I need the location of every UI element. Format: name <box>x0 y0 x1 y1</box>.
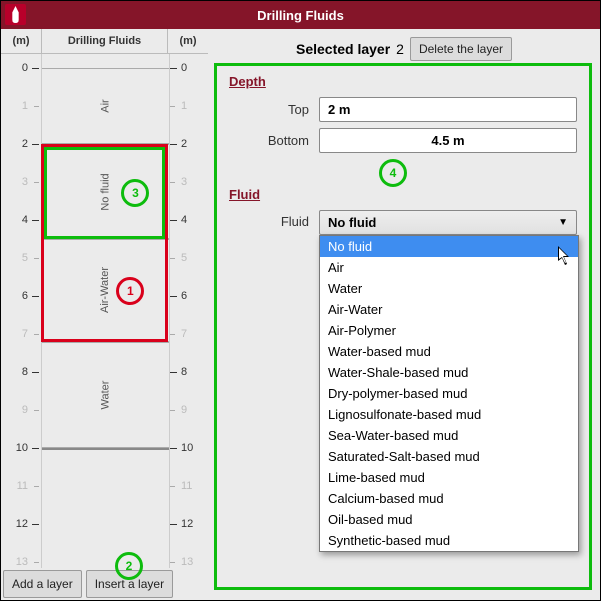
properties-panel: Selected layer 2 Delete the layer Depth … <box>208 29 600 600</box>
layer-label: No fluid <box>99 173 111 210</box>
layer[interactable]: Air-Water <box>42 239 169 342</box>
layer-column[interactable]: Air No fluid Air-Water Water <box>41 54 170 568</box>
selected-layer-number: 2 <box>396 41 404 57</box>
fluid-option[interactable]: Dry-polymer-based mud <box>320 383 578 404</box>
selected-layer-title: Selected layer <box>296 41 390 57</box>
fluid-section-title: Fluid <box>229 187 577 202</box>
delete-layer-button[interactable]: Delete the layer <box>410 37 512 61</box>
fluid-dropdown[interactable]: No fluidAirWaterAir-WaterAir-PolymerWate… <box>319 235 579 552</box>
add-layer-button[interactable]: Add a layer <box>3 570 82 598</box>
insert-layer-button[interactable]: Insert a layer <box>86 570 173 598</box>
bottom-label: Bottom <box>229 133 319 148</box>
fluid-label: Fluid <box>229 210 319 229</box>
layer-label: Air <box>99 99 111 112</box>
depth-section-title: Depth <box>229 74 577 89</box>
fluid-option[interactable]: Air-Water <box>320 299 578 320</box>
fluid-option[interactable]: Synthetic-based mud <box>320 530 578 551</box>
fluid-option[interactable]: Lime-based mud <box>320 467 578 488</box>
fluid-option[interactable]: No fluid <box>320 236 578 257</box>
annot-circle-4-num: 4 <box>390 166 397 180</box>
chevron-down-icon: ▼ <box>558 217 568 228</box>
fluid-select-value: No fluid <box>328 215 376 230</box>
fluid-option[interactable]: Saturated-Salt-based mud <box>320 446 578 467</box>
app-icon <box>5 4 26 25</box>
titlebar: Drilling Fluids <box>1 1 600 29</box>
layer[interactable]: Air <box>42 68 169 144</box>
left-unit-header: (m) <box>1 29 41 53</box>
top-label: Top <box>229 102 319 117</box>
layer[interactable]: Water <box>42 342 169 448</box>
mid-header: Drilling Fluids <box>41 29 168 53</box>
fluid-option[interactable]: Air-Polymer <box>320 320 578 341</box>
layer-buttons-row: Add a layer Insert a layer 2 <box>1 568 208 600</box>
fluid-option[interactable]: Calcium-based mud <box>320 488 578 509</box>
track-panel: (m) Drilling Fluids (m) 0246810121357911… <box>1 29 208 600</box>
fluid-option[interactable]: Lignosulfonate-based mud <box>320 404 578 425</box>
layer[interactable]: No fluid <box>42 144 169 239</box>
depth-track[interactable]: 024681012135791113 Air No fluid Air-Water W… <box>1 54 208 568</box>
window-title: Drilling Fluids <box>257 8 344 23</box>
fluid-option[interactable]: Water-Shale-based mud <box>320 362 578 383</box>
bottom-input[interactable]: 4.5 m <box>319 128 577 153</box>
fluid-option[interactable]: Water <box>320 278 578 299</box>
top-input-value: 2 m <box>328 102 350 117</box>
right-ruler: 024681012135791113 <box>168 54 208 568</box>
fluid-select[interactable]: No fluid ▼ No fluidAirWaterAir-WaterAir-… <box>319 210 577 235</box>
layer[interactable] <box>42 448 169 450</box>
layer-label: Water <box>100 380 112 409</box>
fluid-option[interactable]: Water-based mud <box>320 341 578 362</box>
fluid-option[interactable]: Sea-Water-based mud <box>320 425 578 446</box>
annot-circle-4: 4 <box>379 159 407 187</box>
properties-box: Depth Top 2 m Bottom 4.5 m 4 Fluid Fluid <box>214 63 592 590</box>
fluid-option[interactable]: Oil-based mud <box>320 509 578 530</box>
right-unit-header: (m) <box>168 29 208 53</box>
layer-label: Air-Water <box>99 267 111 313</box>
fluid-option[interactable]: Air <box>320 257 578 278</box>
bottom-input-value: 4.5 m <box>431 133 464 148</box>
left-ruler: 024681012135791113 <box>1 54 41 568</box>
app-window: Drilling Fluids (m) Drilling Fluids (m) … <box>0 0 601 601</box>
top-input[interactable]: 2 m <box>319 97 577 122</box>
